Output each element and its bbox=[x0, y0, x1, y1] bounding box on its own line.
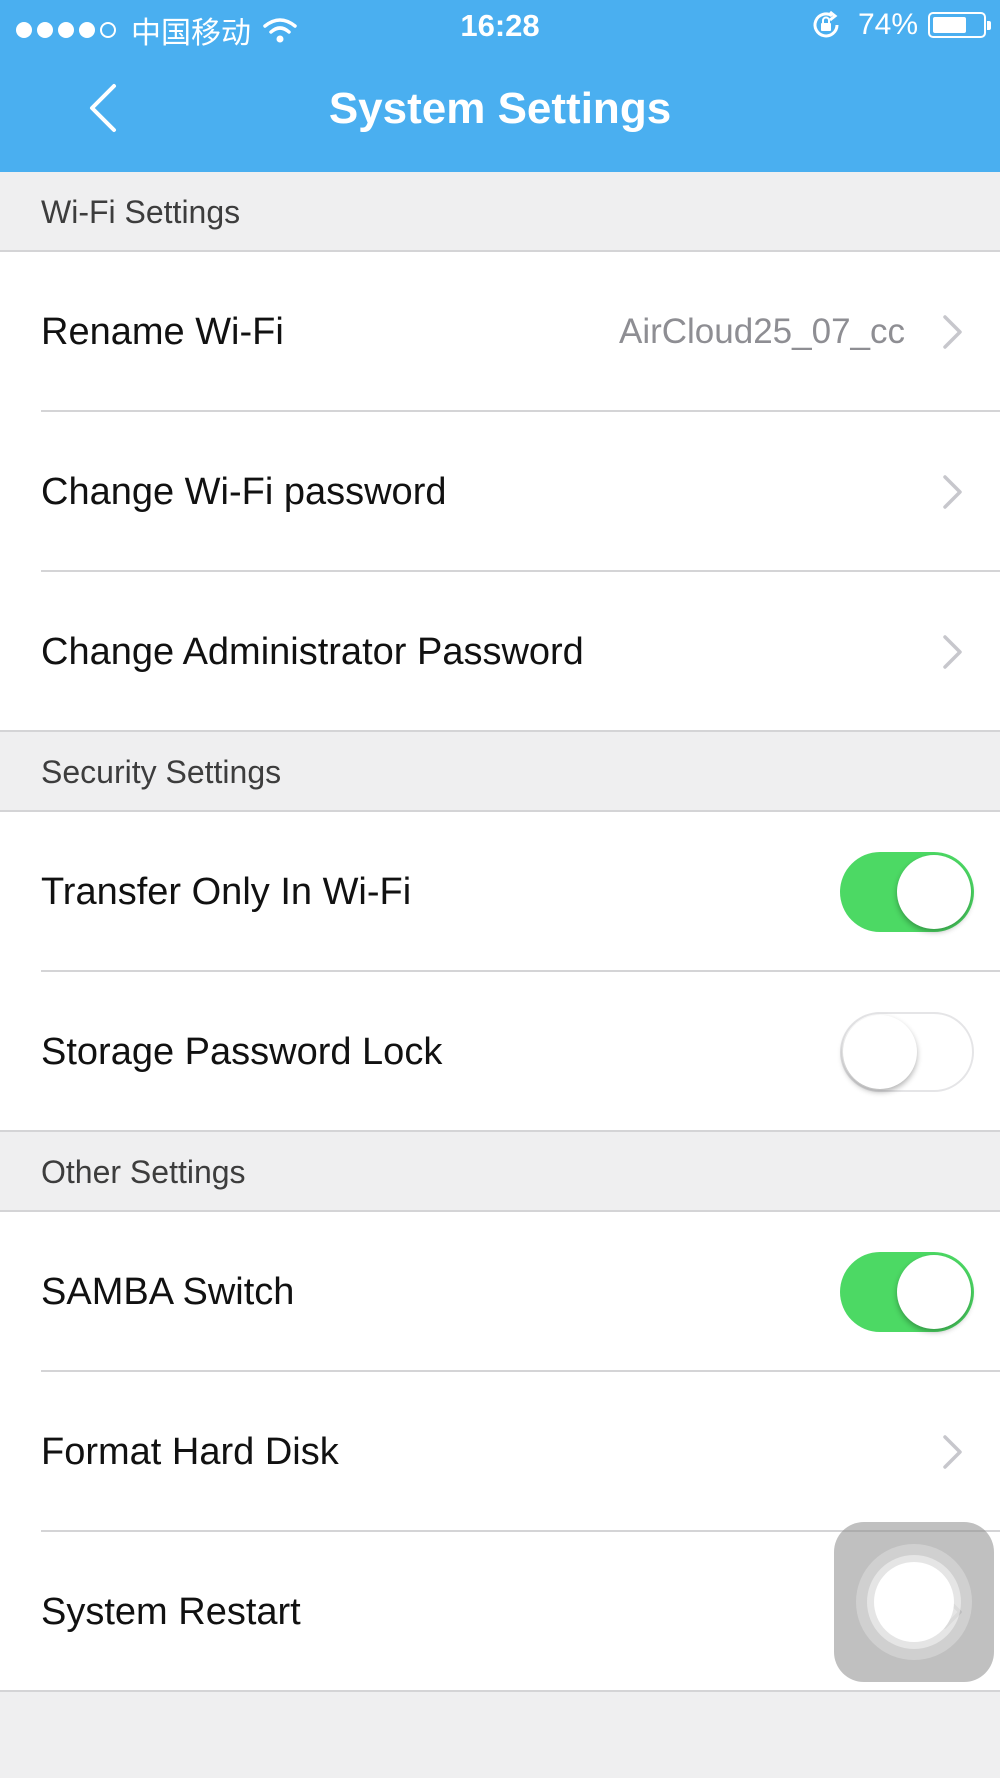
format-hard-disk-label: Format Hard Disk bbox=[41, 1431, 339, 1473]
rename-wifi-label: Rename Wi-Fi bbox=[41, 311, 284, 353]
section-header-wifi: Wi-Fi Settings bbox=[0, 172, 1000, 252]
battery-icon bbox=[928, 12, 991, 38]
transfer-only-wifi-label: Transfer Only In Wi-Fi bbox=[41, 871, 412, 913]
transfer-only-wifi-toggle[interactable] bbox=[840, 852, 974, 932]
change-wifi-password-row[interactable]: Change Wi-Fi password bbox=[0, 412, 1000, 572]
system-restart-label: System Restart bbox=[41, 1591, 301, 1633]
battery-percent: 74% bbox=[857, 8, 918, 41]
samba-switch-toggle[interactable] bbox=[840, 1252, 974, 1332]
nav-bar: System Settings bbox=[0, 54, 1000, 172]
chevron-right-icon bbox=[943, 475, 962, 509]
chevron-right-icon bbox=[943, 1435, 962, 1469]
samba-switch-row: SAMBA Switch bbox=[0, 1212, 1000, 1372]
chevron-right-icon bbox=[943, 315, 962, 349]
wifi-name-value: AirCloud25_07_cc bbox=[618, 312, 905, 351]
rename-wifi-row[interactable]: Rename Wi-Fi AirCloud25_07_cc bbox=[0, 252, 1000, 412]
change-wifi-password-label: Change Wi-Fi password bbox=[41, 471, 447, 513]
change-admin-password-label: Change Administrator Password bbox=[41, 631, 584, 673]
section-header-security: Security Settings bbox=[0, 732, 1000, 812]
status-bar: 中国移动 16:28 74% bbox=[0, 0, 1000, 54]
app-header: 中国移动 16:28 74% System Settings bbox=[0, 0, 1000, 172]
section-header-other: Other Settings bbox=[0, 1132, 1000, 1212]
battery-level bbox=[933, 17, 966, 33]
samba-switch-label: SAMBA Switch bbox=[41, 1271, 295, 1313]
format-hard-disk-row[interactable]: Format Hard Disk bbox=[0, 1372, 1000, 1532]
change-admin-password-row[interactable]: Change Administrator Password bbox=[0, 572, 1000, 732]
chevron-right-icon bbox=[943, 635, 962, 669]
storage-password-lock-label: Storage Password Lock bbox=[41, 1031, 443, 1073]
rotation-lock-icon bbox=[813, 10, 839, 38]
status-right: 74% bbox=[810, 8, 991, 42]
page-title: System Settings bbox=[328, 84, 672, 133]
storage-password-lock-toggle[interactable] bbox=[840, 1012, 974, 1092]
transfer-only-wifi-row: Transfer Only In Wi-Fi bbox=[0, 812, 1000, 972]
assistive-touch-button[interactable] bbox=[834, 1522, 994, 1682]
storage-password-lock-row: Storage Password Lock bbox=[0, 972, 1000, 1132]
